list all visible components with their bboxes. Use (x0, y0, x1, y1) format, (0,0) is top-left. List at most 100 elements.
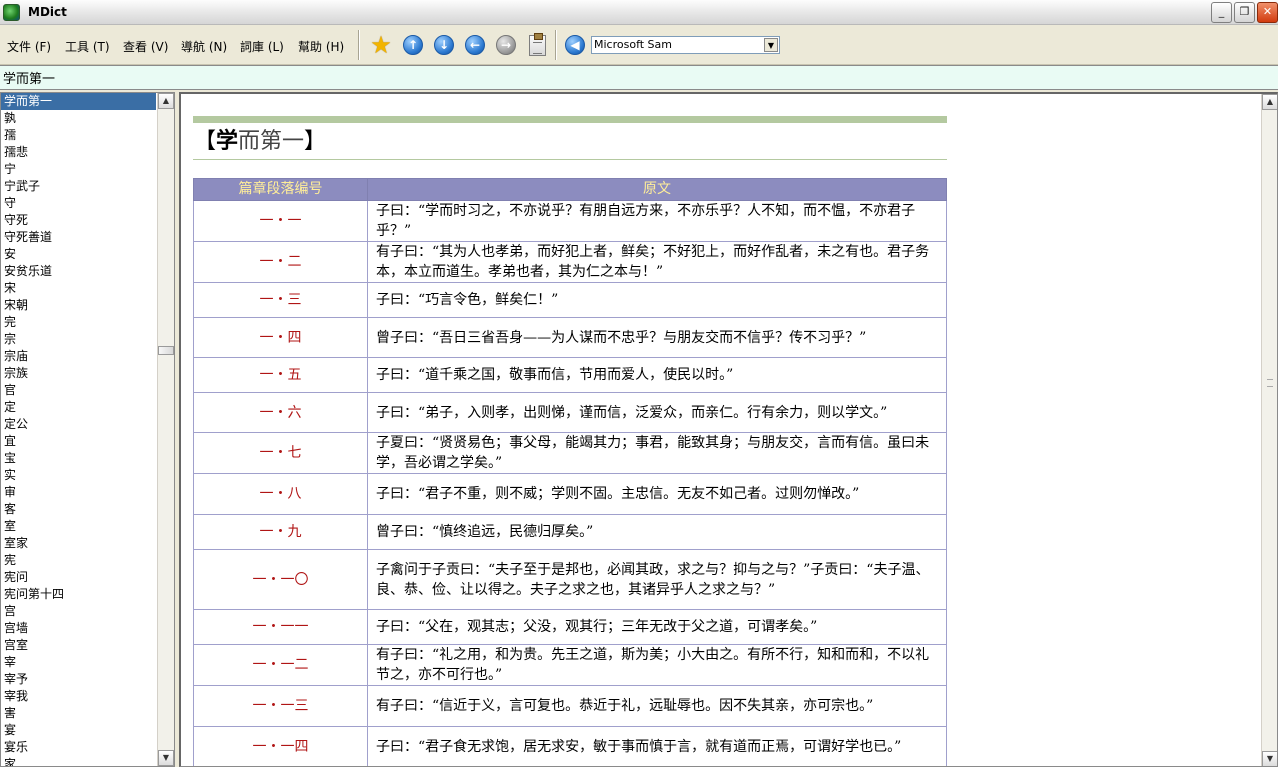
word-list-item[interactable]: 室家 (1, 535, 174, 552)
restore-button[interactable]: ❐ (1234, 2, 1255, 23)
word-list-item[interactable]: 守死善道 (1, 229, 174, 246)
toolbar-separator (358, 30, 360, 60)
definition-pane: 【学而第一】 篇章段落编号 原文 一・一 子曰：“学而时习之，不亦说乎？有朋自远方… (179, 92, 1278, 767)
word-list-item[interactable]: 宋朝 (1, 297, 174, 314)
passage-number: 一・五 (193, 357, 368, 393)
word-list-item[interactable]: 孰 (1, 110, 174, 127)
word-list-item[interactable]: 宗庙 (1, 348, 174, 365)
word-list-item[interactable]: 完 (1, 314, 174, 331)
table-row: 一・一一 子曰：“父在，观其志；父没，观其行；三年无改于父之道，可谓孝矣。” (193, 609, 947, 645)
word-list-item[interactable]: 宝 (1, 450, 174, 467)
table-row: 一・一〇 子禽问于子贡曰：“夫子至于是邦也，必闻其政，求之与？抑与之与？”子贡曰：… (193, 549, 947, 610)
arrow-back-icon[interactable]: ← (464, 34, 486, 56)
word-list-item[interactable]: 害 (1, 705, 174, 722)
word-list-item[interactable]: 官 (1, 382, 174, 399)
word-list-item[interactable]: 定公 (1, 416, 174, 433)
table-row: 一・一二 有子曰：“礼之用，和为贵。先王之道，斯为美；小大由之。有所不行，知和而和… (193, 644, 947, 686)
favorite-star-icon[interactable]: ★ (370, 33, 392, 57)
clipboard-icon[interactable] (526, 32, 548, 56)
word-list-item[interactable]: 定 (1, 399, 174, 416)
menu-navigate[interactable]: 導航 (N) (181, 38, 227, 55)
word-list-item[interactable]: 宪 (1, 552, 174, 569)
menu-library[interactable]: 詞庫 (L) (240, 38, 284, 55)
passage-text: 子曰：“弟子，入则孝，出则悌，谨而信，泛爱众，而亲仁。行有余力，则以学文。” (367, 392, 947, 433)
scroll-down-button[interactable]: ▼ (158, 750, 174, 766)
minimize-button[interactable]: _ (1211, 2, 1232, 23)
table-row: 一・四 曾子曰：“吾日三省吾身——为人谋而不忠乎？与朋友交而不信乎？传不习乎？” (193, 317, 947, 358)
passage-text: 子曰：“君子食无求饱，居无求安，敏于事而慎于言，就有道而正焉，可谓好学也已。” (367, 726, 947, 766)
passage-text: 有子曰：“其为人也孝弟，而好犯上者，鲜矣；不好犯上，而好作乱者，未之有也。君子务… (367, 241, 947, 283)
arrow-down-icon[interactable]: ↓ (433, 34, 455, 56)
table-row: 一・一四 子曰：“君子食无求饱，居无求安，敏于事而慎于言，就有道而正焉，可谓好学也… (193, 726, 947, 766)
title-bar: MDict _ ❐ ✕ (0, 0, 1278, 25)
table-row: 一・七 子夏曰：“贤贤易色；事父母，能竭其力；事君，能致其身；与朋友交，言而有信。… (193, 432, 947, 474)
word-list-item[interactable]: 宰予 (1, 671, 174, 688)
table-row: 一・五 子曰：“道千乘之国，敬事而信，节用而爱人，使民以时。” (193, 357, 947, 393)
word-list-item[interactable]: 宋 (1, 280, 174, 297)
word-list-item[interactable]: 审 (1, 484, 174, 501)
word-list-item[interactable]: 宗族 (1, 365, 174, 382)
word-list-item[interactable]: 宜 (1, 433, 174, 450)
word-list-item[interactable]: 宫墙 (1, 620, 174, 637)
word-list-item[interactable]: 孺悲 (1, 144, 174, 161)
word-list-item[interactable]: 宫 (1, 603, 174, 620)
passage-number: 一・二 (193, 241, 368, 283)
word-list-item[interactable]: 守 (1, 195, 174, 212)
passage-text: 曾子曰：“吾日三省吾身——为人谋而不忠乎？与朋友交而不信乎？传不习乎？” (367, 317, 947, 358)
word-list-item[interactable]: 宗 (1, 331, 174, 348)
menu-view[interactable]: 查看 (V) (123, 38, 168, 55)
word-list-item[interactable]: 宴 (1, 722, 174, 739)
word-list-item[interactable]: 宫室 (1, 637, 174, 654)
word-list-item[interactable]: 宰我 (1, 688, 174, 705)
passage-text: 有子曰：“信近于义，言可复也。恭近于礼，远耻辱也。因不失其亲，亦可宗也。” (367, 685, 947, 727)
passage-number: 一・一 (193, 200, 368, 242)
passage-number: 一・六 (193, 392, 368, 433)
speaker-icon[interactable]: ◀ (564, 34, 586, 56)
app-logo-icon (3, 4, 20, 21)
voice-select[interactable]: Microsoft Sam ▼ (591, 36, 780, 54)
scroll-grip-icon (1267, 379, 1273, 387)
scroll-up-button[interactable]: ▲ (158, 93, 174, 109)
menu-tools[interactable]: 工具 (T) (65, 38, 110, 55)
passage-text: 子曰：“道千乘之国，敬事而信，节用而爱人，使民以时。” (367, 357, 947, 393)
menu-toolbar: 文件 (F) 工具 (T) 查看 (V) 導航 (N) 詞庫 (L) 幫助 (H… (0, 25, 1278, 65)
menu-help[interactable]: 幫助 (H) (298, 38, 344, 55)
passage-text: 曾子曰：“慎终追远，民德归厚矣。” (367, 514, 947, 550)
arrow-forward-icon[interactable]: → (495, 34, 517, 56)
word-list-item[interactable]: 客 (1, 501, 174, 518)
heading-rest: 而第一 (238, 129, 305, 154)
menu-file[interactable]: 文件 (F) (7, 38, 51, 55)
chevron-down-icon[interactable]: ▼ (764, 38, 778, 52)
entry-top-rule (193, 116, 947, 123)
word-list-item[interactable]: 实 (1, 467, 174, 484)
word-list-item[interactable]: 守死 (1, 212, 174, 229)
definition-scrollbar[interactable]: ▲ ▼ (1261, 94, 1277, 766)
word-list-item[interactable]: 家 (1, 756, 174, 766)
word-list-item[interactable]: 安 (1, 246, 174, 263)
word-list-item[interactable]: 宪问第十四 (1, 586, 174, 603)
arrow-up-icon[interactable]: ↑ (402, 34, 424, 56)
word-list-item[interactable]: 安贫乐道 (1, 263, 174, 280)
scroll-down-button[interactable]: ▼ (1262, 751, 1277, 766)
passage-number: 一・四 (193, 317, 368, 358)
word-list-item[interactable]: 学而第一 (1, 93, 156, 110)
word-list-item[interactable]: 宁武子 (1, 178, 174, 195)
voice-select-value: Microsoft Sam (594, 38, 672, 51)
scroll-thumb[interactable] (158, 346, 174, 355)
search-input[interactable]: 学而第一 (0, 65, 1278, 90)
close-button[interactable]: ✕ (1257, 2, 1278, 23)
word-list-item[interactable]: 宪问 (1, 569, 174, 586)
passage-number: 一・一〇 (193, 549, 368, 610)
word-list-item[interactable]: 宴乐 (1, 739, 174, 756)
passage-number: 一・一二 (193, 644, 368, 686)
word-list-item[interactable]: 孺 (1, 127, 174, 144)
text-table: 篇章段落编号 原文 一・一 子曰：“学而时习之，不亦说乎？有朋自远方来，不亦乐乎？… (193, 178, 947, 766)
scroll-up-button[interactable]: ▲ (1262, 94, 1277, 110)
passage-text: 子禽问于子贡曰：“夫子至于是邦也，必闻其政，求之与？抑与之与？”子贡曰：“夫子温… (367, 549, 947, 610)
search-input-value: 学而第一 (3, 72, 56, 87)
word-list-scrollbar[interactable]: ▲ ▼ (157, 93, 174, 766)
passage-number: 一・一三 (193, 685, 368, 727)
word-list-item[interactable]: 室 (1, 518, 174, 535)
word-list-item[interactable]: 宰 (1, 654, 174, 671)
word-list-item[interactable]: 宁 (1, 161, 174, 178)
